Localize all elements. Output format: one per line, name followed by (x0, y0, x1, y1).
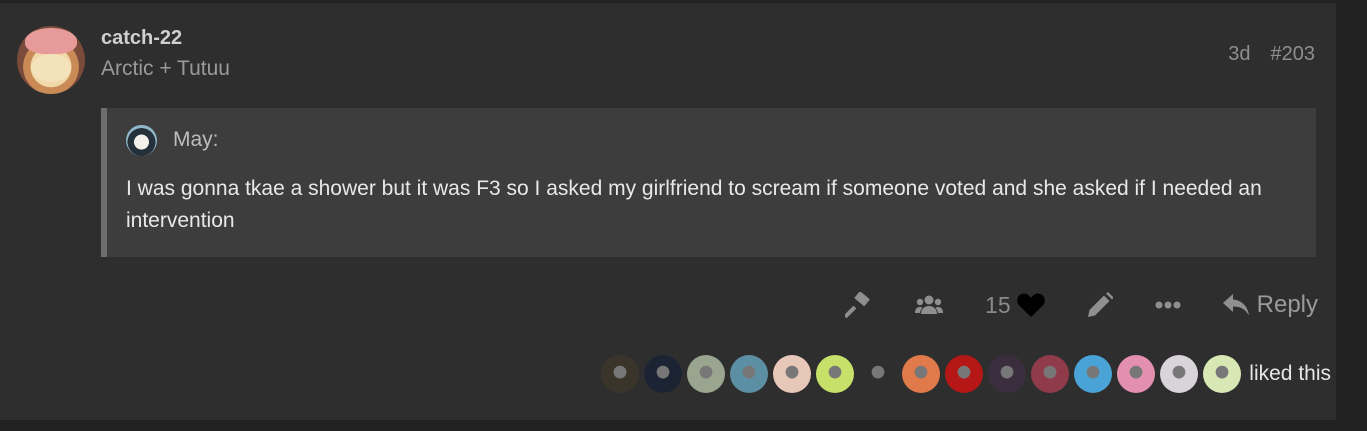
username[interactable]: catch-22 (101, 27, 182, 50)
admin-button[interactable] (845, 292, 873, 318)
more-button[interactable] (1155, 301, 1181, 309)
liker-avatar[interactable] (945, 355, 984, 393)
liker-avatar[interactable] (773, 355, 812, 393)
user-title: Arctic + Tutuu (101, 57, 230, 80)
edit-button[interactable] (1087, 292, 1113, 318)
pencil-icon (1087, 292, 1113, 317)
liker-avatar[interactable] (902, 355, 941, 393)
liker-avatar[interactable] (1160, 355, 1199, 393)
ellipsis-icon (1155, 301, 1181, 309)
like-count[interactable]: 15 (985, 292, 1011, 319)
liker-avatar[interactable] (816, 355, 855, 393)
post-age[interactable]: 3d (1228, 43, 1250, 65)
likers-row: liked this (601, 354, 1367, 394)
user-avatar[interactable] (17, 26, 85, 94)
liker-avatar[interactable] (730, 355, 769, 393)
liker-avatar[interactable] (644, 355, 683, 393)
heart-icon[interactable] (1016, 292, 1045, 318)
quote-block: May: I was gonna tkae a shower but it wa… (101, 108, 1316, 257)
quote-author[interactable]: May: (173, 128, 219, 152)
liker-avatars (601, 355, 1246, 393)
post-actions: 15 Reply (803, 285, 1318, 325)
liked-this-label[interactable]: liked this (1249, 362, 1331, 386)
users-icon (915, 295, 944, 314)
post-meta: 3d #203 (1228, 43, 1315, 66)
quote-author-avatar (126, 125, 157, 156)
quote-text: I was gonna tkae a shower but it was F3 … (126, 177, 1262, 232)
liker-avatar[interactable] (1117, 355, 1156, 393)
liker-avatar[interactable] (601, 355, 640, 393)
reply-button[interactable]: Reply (1222, 291, 1318, 319)
liker-avatar[interactable] (1031, 355, 1070, 393)
liker-avatar[interactable] (687, 355, 726, 393)
liker-avatar[interactable] (1074, 355, 1113, 393)
like-group[interactable]: 15 (985, 292, 1045, 319)
reply-label: Reply (1256, 291, 1318, 318)
liker-avatar[interactable] (1203, 355, 1242, 393)
reply-icon (1222, 294, 1249, 316)
invite-button[interactable] (915, 295, 944, 315)
liker-avatar[interactable] (988, 355, 1027, 393)
gavel-icon (845, 292, 870, 318)
liker-avatar[interactable] (859, 355, 898, 393)
post-number[interactable]: #203 (1271, 43, 1316, 65)
